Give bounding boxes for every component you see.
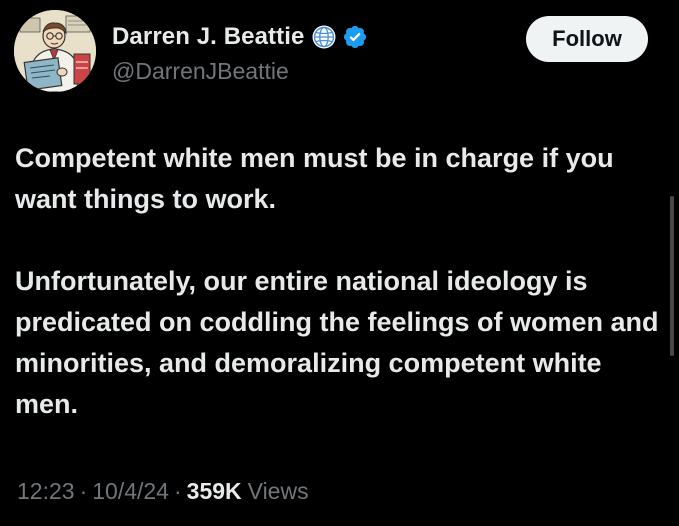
meta-separator: · bbox=[173, 478, 182, 504]
avatar[interactable] bbox=[14, 10, 96, 92]
globe-icon[interactable] bbox=[311, 24, 337, 50]
views-count[interactable]: 359K bbox=[187, 478, 242, 505]
author-display-name[interactable]: Darren J. Beattie bbox=[112, 23, 304, 51]
tweet-text: Competent white men must be in charge if… bbox=[15, 138, 663, 425]
tweet-card: Darren J. Beattie @DarrenJBeattie Follow… bbox=[0, 0, 679, 526]
views-label[interactable]: Views bbox=[248, 478, 309, 505]
tweet-meta: 12:23 · 10/4/24 · 359K Views bbox=[17, 478, 309, 505]
author-name-row: Darren J. Beattie bbox=[112, 22, 368, 52]
tweet-paragraph-1: Competent white men must be in charge if… bbox=[15, 143, 614, 214]
verified-badge-icon[interactable] bbox=[342, 24, 368, 50]
follow-button[interactable]: Follow bbox=[526, 16, 648, 62]
scrollbar[interactable] bbox=[668, 0, 676, 526]
tweet-date[interactable]: 10/4/24 bbox=[92, 478, 169, 505]
tweet-paragraph-2: Unfortunately, our entire national ideol… bbox=[15, 266, 659, 419]
tweet-time[interactable]: 12:23 bbox=[17, 478, 75, 505]
tweet-header: Darren J. Beattie @DarrenJBeattie Follow bbox=[14, 10, 654, 100]
cartoon-reader-avatar-icon bbox=[14, 10, 96, 92]
author-handle[interactable]: @DarrenJBeattie bbox=[112, 58, 289, 85]
meta-separator: · bbox=[79, 478, 88, 504]
scrollbar-thumb[interactable] bbox=[670, 196, 674, 356]
